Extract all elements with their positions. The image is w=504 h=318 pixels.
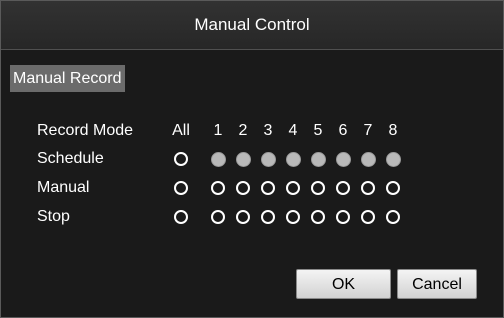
radio-manual-channel-2[interactable]	[236, 181, 250, 195]
radio-stop-channel-5[interactable]	[311, 210, 325, 224]
radio-stop-channel-1[interactable]	[211, 210, 225, 224]
column-header-1: 1	[213, 122, 223, 139]
radio-manual-channel-3[interactable]	[261, 181, 275, 195]
column-header-4: 4	[288, 122, 298, 139]
radio-manual-all[interactable]	[174, 181, 188, 195]
radio-schedule-channel-1[interactable]	[211, 152, 226, 167]
radio-manual-channel-5[interactable]	[311, 181, 325, 195]
radio-stop-channel-6[interactable]	[336, 210, 350, 224]
column-header-6: 6	[338, 122, 348, 139]
radio-manual-channel-8[interactable]	[386, 181, 400, 195]
radio-stop-all[interactable]	[174, 210, 188, 224]
manual-control-dialog: Manual Control Manual Record Record Mode…	[0, 0, 504, 318]
radio-schedule-channel-2[interactable]	[236, 152, 251, 167]
radio-schedule-channel-4[interactable]	[286, 152, 301, 167]
column-header-8: 8	[388, 122, 398, 139]
schedule-row-label: Schedule	[37, 150, 104, 167]
radio-stop-channel-8[interactable]	[386, 210, 400, 224]
radio-schedule-all[interactable]	[174, 152, 188, 166]
column-header-all: All	[172, 122, 190, 139]
radio-stop-channel-4[interactable]	[286, 210, 300, 224]
cancel-button[interactable]: Cancel	[397, 269, 477, 299]
column-header-3: 3	[263, 122, 273, 139]
dialog-title: Manual Control	[1, 1, 503, 50]
radio-manual-channel-1[interactable]	[211, 181, 225, 195]
column-header-7: 7	[363, 122, 373, 139]
column-header-5: 5	[313, 122, 323, 139]
radio-schedule-channel-6[interactable]	[336, 152, 351, 167]
radio-stop-channel-7[interactable]	[361, 210, 375, 224]
ok-button[interactable]: OK	[296, 269, 391, 299]
radio-manual-channel-6[interactable]	[336, 181, 350, 195]
manual-row-label: Manual	[37, 179, 90, 196]
radio-schedule-channel-5[interactable]	[311, 152, 326, 167]
record-mode-label: Record Mode	[37, 122, 134, 139]
radio-schedule-channel-7[interactable]	[361, 152, 376, 167]
radio-stop-channel-2[interactable]	[236, 210, 250, 224]
tab-manual-record[interactable]: Manual Record	[10, 65, 125, 92]
radio-schedule-channel-3[interactable]	[261, 152, 276, 167]
radio-manual-channel-4[interactable]	[286, 181, 300, 195]
stop-row-label: Stop	[37, 208, 70, 225]
radio-stop-channel-3[interactable]	[261, 210, 275, 224]
column-header-2: 2	[238, 122, 248, 139]
radio-manual-channel-7[interactable]	[361, 181, 375, 195]
radio-schedule-channel-8[interactable]	[386, 152, 401, 167]
